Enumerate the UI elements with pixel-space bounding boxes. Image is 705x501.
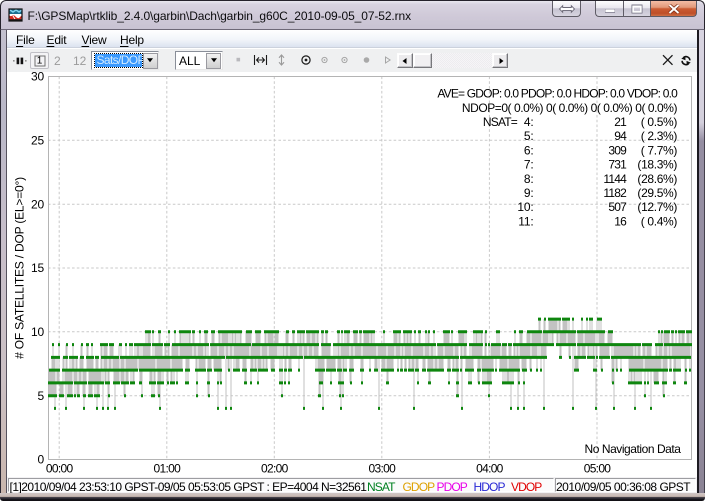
svg-text:5: 5 <box>38 389 45 403</box>
svg-text:( 0.4%): ( 0.4%) <box>641 214 678 228</box>
svg-text:0: 0 <box>38 453 45 467</box>
svg-text:309: 309 <box>608 143 627 157</box>
svg-text:( 2.3%): ( 2.3%) <box>641 129 678 143</box>
svg-text:02:00: 02:00 <box>261 462 289 476</box>
svg-text:731: 731 <box>608 158 627 172</box>
svg-text:NSAT=: NSAT= <box>483 115 518 129</box>
svg-text:1182: 1182 <box>603 186 627 200</box>
svg-text:04:00: 04:00 <box>476 462 504 476</box>
svg-text:11:: 11: <box>518 214 533 228</box>
svg-text:No Navigation Data: No Navigation Data <box>585 442 682 456</box>
svg-text:507: 507 <box>608 200 627 214</box>
svg-text:( 0.5%): ( 0.5%) <box>641 115 678 129</box>
svg-text:16: 16 <box>614 214 627 228</box>
svg-text:AVE= GDOP: 0.0 PDOP: 0.0 HDOP:: AVE= GDOP: 0.0 PDOP: 0.0 HDOP: 0.0 VDOP:… <box>437 87 678 101</box>
svg-text:# OF SATELLITES / DOP (EL>=0°): # OF SATELLITES / DOP (EL>=0°) <box>13 177 27 359</box>
svg-text:15: 15 <box>31 261 44 275</box>
svg-text:(18.3%): (18.3%) <box>637 158 677 172</box>
svg-text:NDOP=0( 0.0%) 0( 0.0%) 0( 0.0%: NDOP=0( 0.0%) 0( 0.0%) 0( 0.0%) 0( 0.0%) <box>462 101 678 115</box>
svg-text:10:: 10: <box>517 200 533 214</box>
svg-text:1144: 1144 <box>603 172 627 186</box>
svg-text:03:00: 03:00 <box>369 462 397 476</box>
svg-text:25: 25 <box>31 134 44 148</box>
svg-text:(28.6%): (28.6%) <box>637 172 677 186</box>
svg-text:10: 10 <box>31 325 44 339</box>
svg-text:4:: 4: <box>524 115 534 129</box>
svg-text:(29.5%): (29.5%) <box>637 186 677 200</box>
svg-text:9:: 9: <box>524 186 534 200</box>
svg-text:(12.7%): (12.7%) <box>637 200 677 214</box>
svg-text:21: 21 <box>614 115 627 129</box>
svg-text:01:00: 01:00 <box>154 462 182 476</box>
svg-text:00:00: 00:00 <box>46 462 74 476</box>
svg-text:05:00: 05:00 <box>584 462 612 476</box>
svg-text:7:: 7: <box>524 158 534 172</box>
svg-text:20: 20 <box>31 197 44 211</box>
svg-text:6:: 6: <box>524 143 534 157</box>
svg-text:8:: 8: <box>524 172 534 186</box>
svg-text:( 7.7%): ( 7.7%) <box>641 143 678 157</box>
svg-text:94: 94 <box>614 129 627 143</box>
svg-text:5:: 5: <box>524 129 534 143</box>
